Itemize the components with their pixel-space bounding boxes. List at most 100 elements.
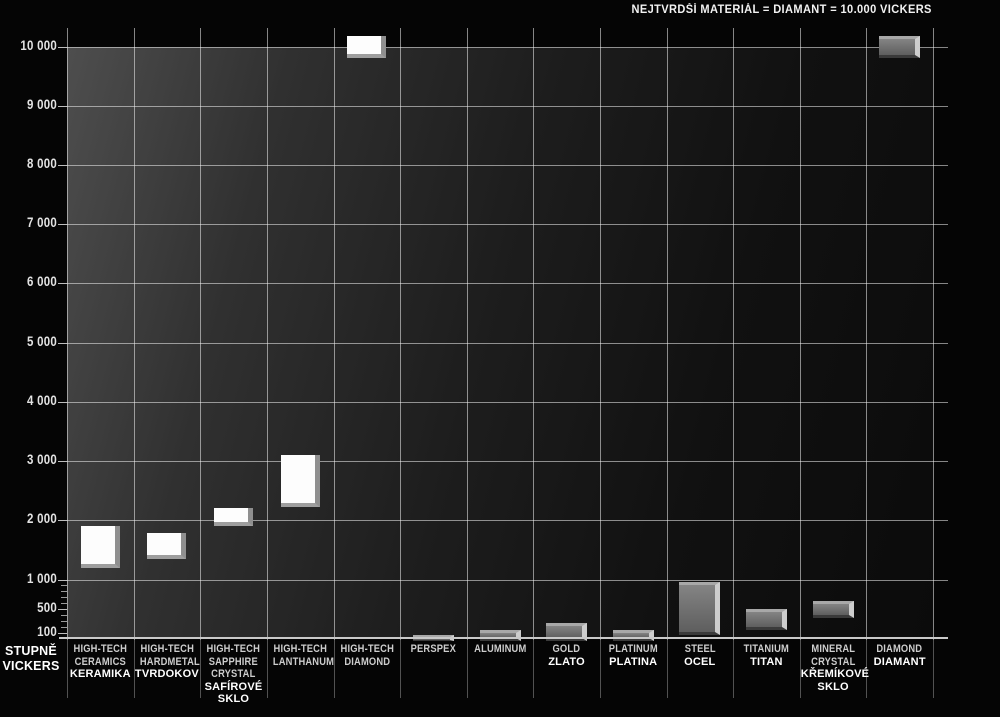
category-label-diamond: DIAMONDDIAMANT: [867, 643, 932, 668]
category-label-line: PERSPEX: [406, 643, 461, 656]
y-tick-label: 100: [9, 624, 57, 639]
bar-aluminum: [480, 630, 521, 641]
category-label-steel: STEELOCEL: [668, 643, 733, 668]
bar-mineral-crystal: [813, 601, 854, 618]
v-gridline: [600, 28, 601, 640]
y-axis-title-line2: VICKERS: [3, 659, 60, 673]
y-tick: [58, 520, 67, 521]
chart-title: NEJTVRDŠÍ MATERIÁL = DIAMANT = 10.000 VI…: [632, 4, 932, 16]
y-tick: [58, 106, 67, 107]
category-label-high-tech-lanthanum: HIGH-TECHLANTHANUM: [268, 643, 333, 668]
y-tick-label: 4 000: [9, 393, 57, 408]
category-label-line: CRYSTAL: [806, 656, 861, 669]
category-label-high-tech-sapphire: HIGH-TECHSAPPHIRECRYSTALSAFÍROVÉSKLO: [201, 643, 266, 706]
bar-diamond: [879, 36, 920, 57]
y-tick-label: 6 000: [9, 274, 57, 289]
bar-high-tech-hardmetal: [147, 533, 186, 559]
h-gridline: [67, 165, 948, 166]
bar-titanium: [746, 609, 787, 631]
category-sublabel-line: PLATINA: [601, 656, 666, 669]
v-gridline: [334, 28, 335, 640]
category-sublabel-line: SAFÍROVÉ: [201, 681, 266, 694]
h-gridline: [67, 283, 948, 284]
category-sublabel-line: TITAN: [734, 656, 799, 669]
category-label-line: HIGH-TECH: [206, 643, 261, 656]
category-sublabel-line: KERAMIKA: [68, 668, 133, 681]
category-label-line: SAPPHIRE: [206, 656, 261, 669]
category-label-high-tech-hardmetal: HIGH-TECHHARDMETALTVRDOKOV: [135, 643, 200, 681]
y-tick-label: 9 000: [9, 97, 57, 112]
category-label-perspex: PERSPEX: [401, 643, 466, 656]
category-label-line: HIGH-TECH: [73, 643, 128, 656]
h-gridline: [67, 224, 948, 225]
category-sublabel-line: SKLO: [201, 693, 266, 706]
category-sublabel-line: KŘEMÍKOVÉ: [801, 668, 866, 681]
y-minor-tick: [61, 615, 67, 616]
v-gridline: [400, 28, 401, 640]
bar-steel: [679, 582, 720, 635]
y-minor-tick: [61, 597, 67, 598]
category-label-line: HIGH-TECH: [139, 643, 194, 656]
y-tick: [58, 609, 67, 610]
category-label-aluminum: ALUMINUM: [468, 643, 533, 656]
y-minor-tick: [61, 627, 67, 628]
h-gridline: [67, 461, 948, 462]
h-gridline: [67, 343, 948, 344]
y-tick-label: 5 000: [9, 334, 57, 349]
category-label-line: MINERAL: [806, 643, 861, 656]
h-gridline: [67, 402, 948, 403]
category-sublabel-line: SKLO: [801, 681, 866, 694]
v-gridline: [933, 28, 934, 640]
bar-platinum: [613, 630, 654, 641]
x-axis-line: [59, 637, 948, 639]
category-label-line: HARDMETAL: [139, 656, 194, 669]
category-label-line: DIAMOND: [872, 643, 927, 656]
y-tick-label: 3 000: [9, 452, 57, 467]
y-tick: [58, 580, 67, 581]
category-label-line: TITANIUM: [739, 643, 794, 656]
category-sublabel-line: OCEL: [668, 656, 733, 669]
category-label-line: CRYSTAL: [206, 668, 261, 681]
v-gridline: [67, 28, 68, 640]
y-tick: [58, 402, 67, 403]
v-gridline: [267, 28, 268, 640]
y-tick: [58, 165, 67, 166]
category-label-line: DIAMOND: [339, 656, 394, 669]
h-gridline: [67, 580, 948, 581]
bar-high-tech-diamond: [347, 36, 386, 57]
y-minor-tick: [61, 591, 67, 592]
y-tick-label: 10 000: [9, 38, 57, 53]
y-tick: [58, 47, 67, 48]
y-minor-tick: [61, 621, 67, 622]
y-axis-title: STUPNĚ VICKERS: [0, 644, 62, 674]
category-label-line: LANTHANUM: [273, 656, 328, 669]
category-label-titanium: TITANIUMTITAN: [734, 643, 799, 668]
v-gridline: [467, 28, 468, 640]
hardness-chart: NEJTVRDŠÍ MATERIÁL = DIAMANT = 10.000 VI…: [0, 0, 1000, 717]
category-label-gold: GOLDZLATO: [534, 643, 599, 668]
category-label-line: HIGH-TECH: [273, 643, 328, 656]
y-tick-label: 500: [9, 600, 57, 615]
y-tick: [58, 343, 67, 344]
y-tick-label: 7 000: [9, 215, 57, 230]
y-minor-tick: [61, 585, 67, 586]
y-tick: [58, 224, 67, 225]
category-label-line: HIGH-TECH: [339, 643, 394, 656]
category-label-high-tech-diamond: HIGH-TECHDIAMOND: [335, 643, 400, 668]
v-gridline: [200, 28, 201, 640]
h-gridline: [67, 106, 948, 107]
category-label-mineral-crystal: MINERALCRYSTALKŘEMÍKOVÉSKLO: [801, 643, 866, 693]
y-tick: [58, 283, 67, 284]
v-gridline: [733, 28, 734, 640]
y-axis-title-line1: STUPNĚ: [5, 644, 57, 658]
category-sublabel-line: DIAMANT: [867, 656, 932, 669]
y-tick: [58, 461, 67, 462]
bar-high-tech-lanthanum: [281, 455, 320, 507]
h-gridline: [67, 520, 948, 521]
y-tick: [58, 633, 67, 634]
v-gridline: [667, 28, 668, 640]
bar-high-tech-ceramics: [81, 526, 120, 568]
label-separator: [933, 640, 934, 698]
category-label-high-tech-ceramics: HIGH-TECHCERAMICSKERAMIKA: [68, 643, 133, 681]
y-tick-label: 1 000: [9, 571, 57, 586]
